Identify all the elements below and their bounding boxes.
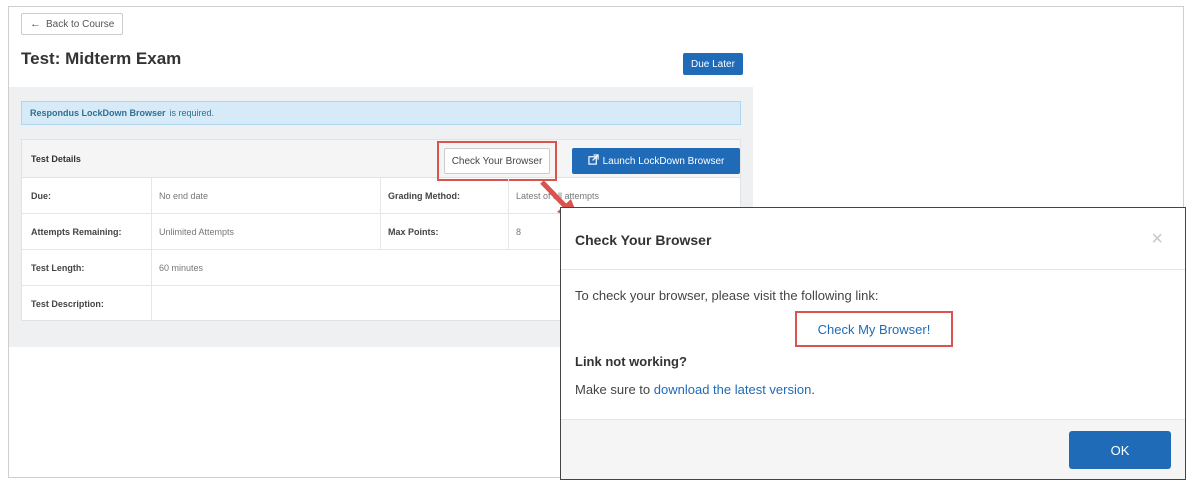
page-title: Test: Midterm Exam bbox=[21, 49, 182, 68]
row-value: Latest of all attempts bbox=[516, 191, 600, 201]
launch-button-label: Launch LockDown Browser bbox=[602, 155, 725, 167]
modal-download-text: Make sure to download the latest version… bbox=[575, 382, 815, 397]
back-to-course-button[interactable]: ← Back to Course bbox=[21, 13, 124, 35]
alert-strong-text: Respondus LockDown Browser bbox=[30, 108, 166, 118]
modal-header: Check Your Browser × bbox=[561, 208, 1185, 270]
arrow-left-icon: ← bbox=[30, 18, 41, 30]
close-icon[interactable]: × bbox=[1151, 228, 1163, 251]
check-button-highlight-box bbox=[437, 141, 557, 181]
column-divider bbox=[151, 178, 152, 322]
row-value: 8 bbox=[516, 227, 522, 237]
column-divider bbox=[508, 178, 509, 250]
row-label: Test Description: bbox=[31, 299, 104, 309]
lockdown-required-alert: Respondus LockDown Browser is required. bbox=[21, 101, 741, 125]
column-divider bbox=[380, 178, 381, 250]
test-details-header: Test Details Check Your Browser Launch L… bbox=[22, 140, 740, 181]
row-label: Grading Method: bbox=[388, 191, 460, 201]
ok-button[interactable]: OK bbox=[1069, 431, 1171, 469]
row-label: Test Length: bbox=[31, 263, 85, 273]
row-label: Attempts Remaining: bbox=[31, 227, 122, 237]
make-sure-text: Make sure to bbox=[575, 382, 651, 397]
row-value: Unlimited Attempts bbox=[159, 227, 235, 237]
check-my-browser-link[interactable]: Check My Browser! bbox=[795, 311, 953, 347]
modal-instruction: To check your browser, please visit the … bbox=[575, 288, 879, 303]
row-value: 60 minutes bbox=[159, 263, 204, 273]
modal-subheading: Link not working? bbox=[575, 354, 687, 369]
row-label: Due: bbox=[31, 191, 51, 201]
period-text: . bbox=[811, 382, 815, 397]
row-value: No end date bbox=[159, 191, 209, 201]
test-details-title: Test Details bbox=[31, 154, 81, 164]
download-latest-link[interactable]: download the latest version bbox=[654, 382, 812, 397]
back-button-label: Back to Course bbox=[46, 18, 115, 30]
external-link-icon bbox=[587, 154, 599, 168]
modal-title: Check Your Browser bbox=[575, 232, 712, 248]
alert-text: is required. bbox=[169, 108, 215, 118]
launch-lockdown-browser-button[interactable]: Launch LockDown Browser bbox=[572, 148, 740, 174]
check-browser-modal: Check Your Browser × To check your brows… bbox=[560, 207, 1186, 480]
row-label: Max Points: bbox=[388, 227, 439, 237]
due-later-badge: Due Later bbox=[683, 53, 743, 75]
modal-footer: OK bbox=[561, 419, 1185, 479]
